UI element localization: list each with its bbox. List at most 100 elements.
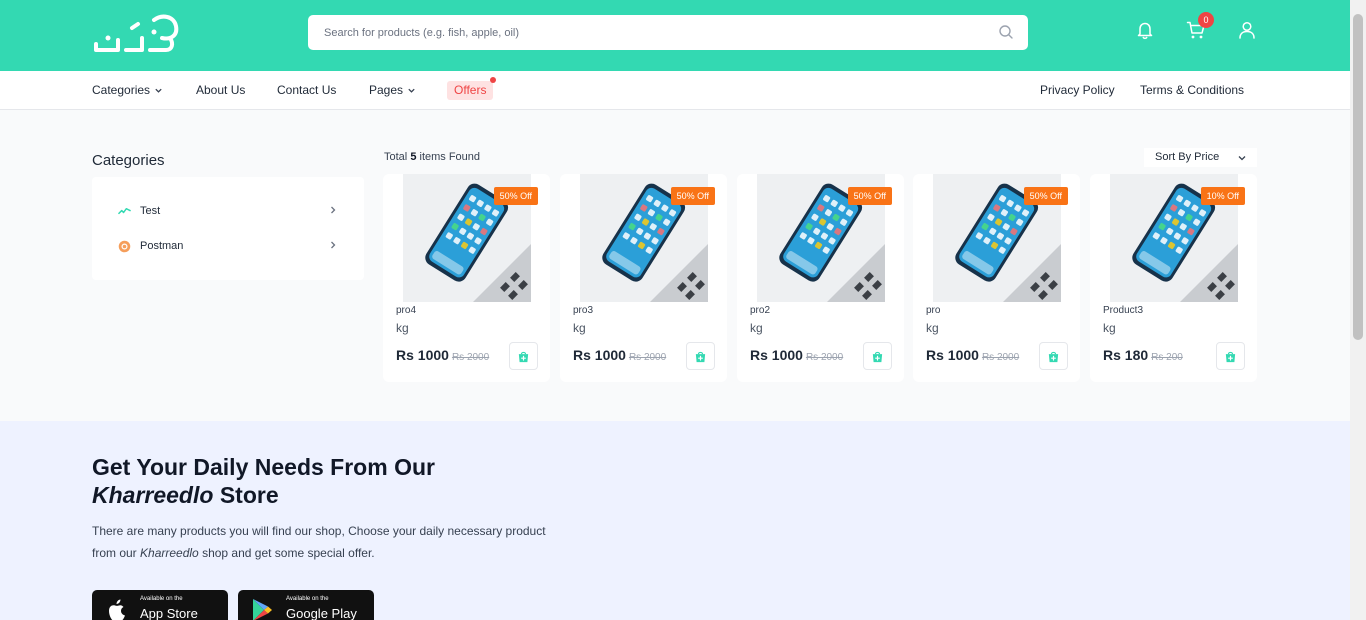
product-name[interactable]: Product3 [1103, 305, 1143, 316]
sort-dropdown[interactable]: Sort By Price [1144, 148, 1257, 167]
nav-about-us[interactable]: About Us [196, 83, 245, 97]
category-label: Postman [140, 240, 184, 252]
chevron-right-icon [331, 241, 336, 249]
product-card[interactable]: 50% Off pro4 kg Rs 1000 Rs 2000 [383, 174, 550, 382]
nav-contact-us[interactable]: Contact Us [277, 83, 336, 97]
add-to-cart-button[interactable] [686, 342, 715, 370]
nav-pages-label: Pages [369, 83, 404, 97]
shopping-bag-plus-icon [872, 351, 883, 362]
nav-pages[interactable]: Pages [369, 83, 416, 97]
chevron-down-icon [408, 88, 415, 93]
apple-icon [109, 599, 125, 620]
product-price: Rs 1000 Rs 2000 [573, 347, 666, 363]
chevron-right-icon [331, 206, 336, 214]
promo-heading-suffix: Store [213, 482, 279, 508]
product-price: Rs 1000 Rs 2000 [926, 347, 1019, 363]
nav-terms-conditions[interactable]: Terms & Conditions [1140, 83, 1244, 97]
site-logo[interactable] [92, 10, 184, 56]
offers-notification-dot [490, 77, 496, 83]
search-input[interactable] [308, 15, 968, 50]
current-price: Rs 1000 [750, 347, 803, 363]
promo-heading-line1: Get Your Daily Needs From Our [92, 454, 435, 480]
search-icon[interactable] [998, 24, 1014, 40]
current-price: Rs 1000 [573, 347, 626, 363]
search-bar[interactable] [308, 15, 1028, 50]
product-card[interactable]: 50% Off pro2 kg Rs 1000 Rs 2000 [737, 174, 904, 382]
user-icon[interactable] [1237, 20, 1257, 40]
product-card[interactable]: 50% Off pro3 kg Rs 1000 Rs 2000 [560, 174, 727, 382]
sidebar-title: Categories [92, 152, 165, 169]
current-price: Rs 1000 [926, 347, 979, 363]
total-prefix: Total [384, 151, 408, 163]
shopping-bag-plus-icon [518, 351, 529, 362]
items-count: 5 [410, 151, 417, 163]
total-suffix: items Found [419, 151, 481, 163]
add-to-cart-button[interactable] [863, 342, 892, 370]
nav-categories[interactable]: Categories [92, 83, 163, 97]
google-play-label: Google Play [286, 606, 357, 620]
old-price: Rs 2000 [981, 352, 1020, 363]
google-play-button[interactable]: Available on the Google Play [238, 590, 374, 620]
nav-privacy-policy[interactable]: Privacy Policy [1040, 83, 1115, 97]
old-price: Rs 2000 [628, 352, 667, 363]
nav-categories-label: Categories [92, 83, 151, 97]
sort-label: Sort By Price [1155, 151, 1220, 163]
old-price: Rs 2000 [451, 352, 490, 363]
page-scrollbar[interactable] [1350, 0, 1366, 620]
promo-text-b: shop and get some special offer. [198, 546, 375, 560]
product-price: Rs 180 Rs 200 [1103, 347, 1183, 363]
product-unit: kg [926, 321, 939, 335]
promo-text-brand: Kharreedlo [140, 546, 199, 560]
old-price: Rs 200 [1151, 352, 1183, 363]
nav-offers[interactable]: Offers [447, 81, 494, 100]
product-price: Rs 1000 Rs 2000 [750, 347, 843, 363]
main-nav: Categories About Us Contact Us Pages Off… [0, 71, 1350, 110]
app-promo-section: Get Your Daily Needs From Our Kharreedlo… [0, 421, 1350, 620]
old-price: Rs 2000 [805, 352, 844, 363]
discount-badge: 50% Off [1023, 187, 1068, 205]
promo-description: There are many products you will find ou… [92, 520, 552, 564]
chevron-down-icon [155, 88, 162, 93]
product-name[interactable]: pro2 [750, 305, 770, 316]
product-name[interactable]: pro [926, 305, 940, 316]
category-item-test[interactable]: Test [118, 201, 338, 221]
product-unit: kg [750, 321, 763, 335]
product-name[interactable]: pro4 [396, 305, 416, 316]
shopping-bag-plus-icon [695, 351, 706, 362]
product-unit: kg [396, 321, 409, 335]
current-price: Rs 180 [1103, 347, 1149, 363]
top-header: 0 [0, 0, 1350, 71]
scrollbar-thumb[interactable] [1353, 14, 1363, 340]
items-found-text: Total 5 items Found [384, 151, 480, 163]
product-unit: kg [573, 321, 586, 335]
product-price: Rs 1000 Rs 2000 [396, 347, 489, 363]
discount-badge: 50% Off [493, 187, 538, 205]
bell-icon[interactable] [1135, 20, 1155, 40]
product-card[interactable]: 10% Off Product3 kg Rs 180 Rs 200 [1090, 174, 1257, 382]
shopping-bag-plus-icon [1225, 351, 1236, 362]
cart-count-badge: 0 [1198, 12, 1214, 28]
shopping-bag-plus-icon [1048, 351, 1059, 362]
google-play-small-text: Available on the [286, 596, 329, 602]
add-to-cart-button[interactable] [1216, 342, 1245, 370]
add-to-cart-button[interactable] [1039, 342, 1068, 370]
promo-heading-brand: Kharreedlo [92, 482, 214, 508]
category-label: Test [140, 205, 161, 217]
discount-badge: 50% Off [847, 187, 892, 205]
postman-icon [118, 240, 131, 252]
category-item-postman[interactable]: Postman [118, 236, 338, 256]
product-name[interactable]: pro3 [573, 305, 593, 316]
chevron-down-icon [1238, 156, 1246, 161]
product-card[interactable]: 50% Off pro kg Rs 1000 Rs 2000 [913, 174, 1080, 382]
product-unit: kg [1103, 321, 1116, 335]
wave-icon [118, 207, 131, 214]
promo-heading: Get Your Daily Needs From Our Kharreedlo… [92, 453, 542, 509]
add-to-cart-button[interactable] [509, 342, 538, 370]
discount-badge: 10% Off [1200, 187, 1245, 205]
app-store-label: App Store [140, 606, 198, 620]
app-store-small-text: Available on the [140, 596, 183, 602]
current-price: Rs 1000 [396, 347, 449, 363]
app-store-button[interactable]: Available on the App Store [92, 590, 228, 620]
google-play-icon [253, 599, 272, 620]
discount-badge: 50% Off [670, 187, 715, 205]
